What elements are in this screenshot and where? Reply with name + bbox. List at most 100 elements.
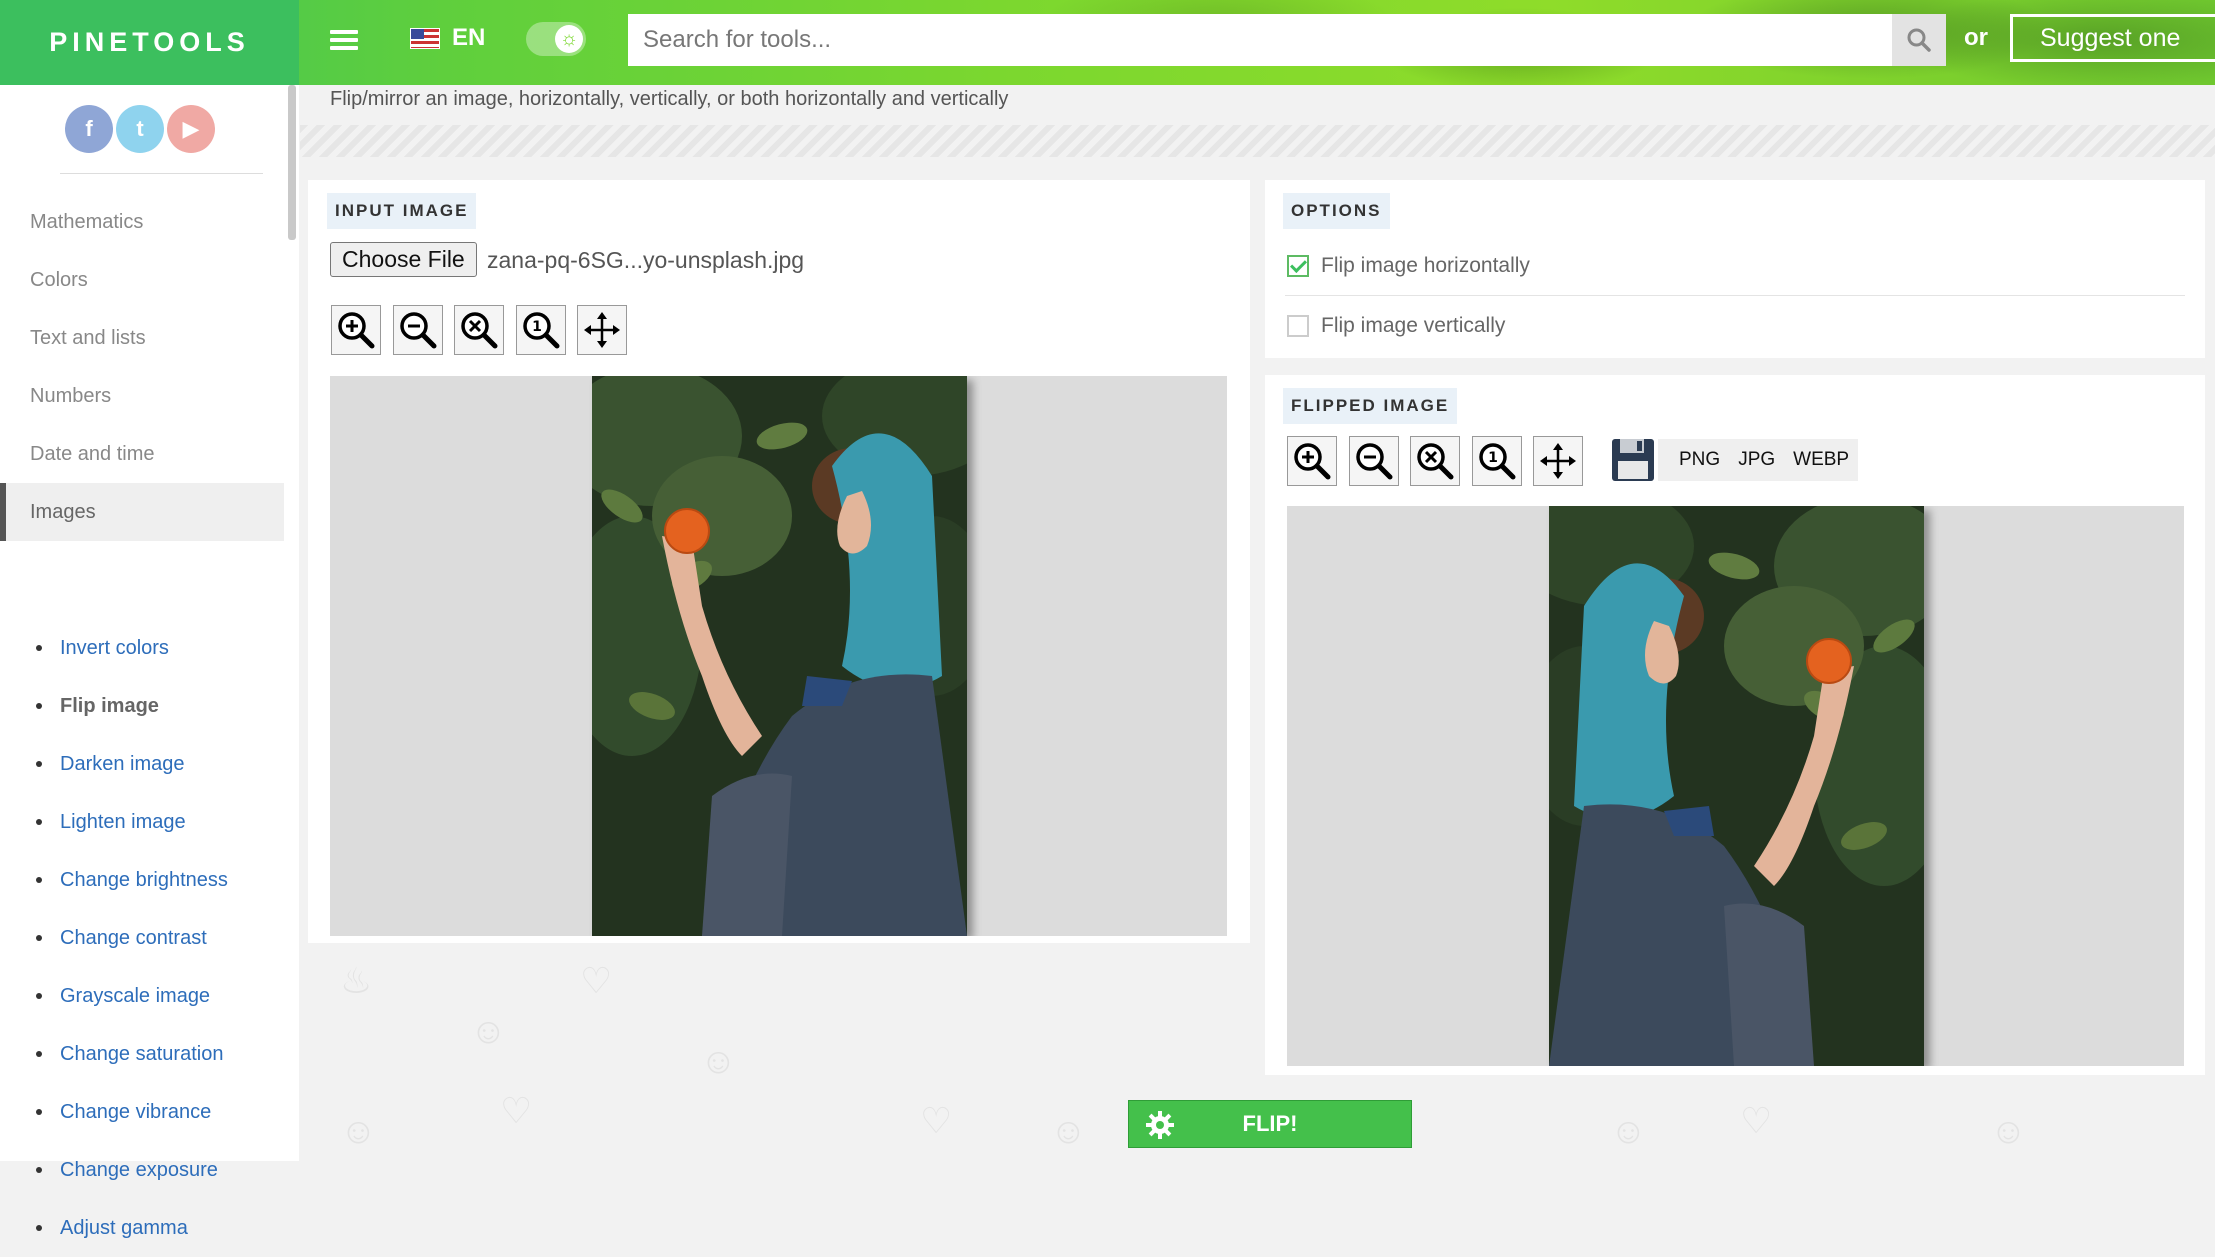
floppy-disk-icon: [1612, 439, 1654, 481]
tool-darken-image[interactable]: Darken image: [0, 735, 284, 793]
output-zoom-reset-button[interactable]: [1410, 436, 1460, 486]
doodle-icon: ☺: [1610, 1110, 1647, 1151]
tool-label: Change vibrance: [60, 1101, 212, 1123]
tool-label: Change brightness: [60, 869, 228, 891]
flip-horizontal-label: Flip image horizontally: [1321, 254, 1530, 277]
category-numbers[interactable]: Numbers: [0, 367, 284, 425]
input-zoom-out-button[interactable]: [393, 305, 443, 355]
tool-label: Adjust gamma: [60, 1217, 188, 1239]
flip-vertical-option[interactable]: Flip image vertically: [1287, 314, 1505, 338]
category-list: Mathematics Colors Text and lists Number…: [0, 193, 284, 541]
gear-icon: [1146, 1111, 1174, 1139]
flip-horizontal-option[interactable]: Flip image horizontally: [1287, 254, 1530, 278]
doodle-icon: ☺: [700, 1040, 737, 1081]
doodle-icon: ♡: [580, 960, 613, 1001]
file-name: zana-pq-6SG...yo-unsplash.jpg: [487, 247, 805, 273]
tool-change-brightness[interactable]: Change brightness: [0, 851, 284, 909]
flipped-image-viewer[interactable]: [1287, 506, 2184, 1066]
tool-label: Darken image: [60, 753, 185, 775]
output-zoom-in-button[interactable]: [1287, 436, 1337, 486]
photo-woman-orange: [592, 376, 967, 936]
choose-file-button[interactable]: Choose File: [330, 242, 477, 277]
tool-adjust-gamma[interactable]: Adjust gamma: [0, 1199, 284, 1257]
site-logo[interactable]: PINETOOLS: [49, 27, 250, 58]
doodle-icon: ☺: [1050, 1110, 1087, 1151]
suggest-button[interactable]: Suggest one: [2010, 14, 2215, 62]
category-mathematics[interactable]: Mathematics: [0, 193, 284, 251]
search-button[interactable]: [1892, 14, 1946, 66]
sun-icon: ☼: [555, 25, 583, 53]
tool-description: Flip/mirror an image, horizontally, vert…: [330, 88, 1009, 110]
language-selector[interactable]: EN: [410, 24, 485, 52]
sidebar: f t ▶ Mathematics Colors Text and lists …: [0, 85, 299, 1239]
tool-label: Change exposure: [60, 1159, 218, 1181]
output-move-button[interactable]: [1533, 436, 1583, 486]
or-text: or: [1964, 24, 1988, 51]
us-flag-icon: [410, 27, 440, 49]
save-button[interactable]: [1608, 435, 1658, 485]
svg-text:1: 1: [532, 319, 542, 335]
tool-change-saturation[interactable]: Change saturation: [0, 1025, 284, 1083]
move-icon: [1540, 443, 1576, 479]
category-images[interactable]: Images: [0, 483, 284, 541]
tool-label: Invert colors: [60, 637, 169, 659]
doodle-icon: ♡: [1740, 1100, 1773, 1141]
save-format-group: PNG JPG WEBP: [1608, 435, 1859, 485]
input-zoom-in-button[interactable]: [331, 305, 381, 355]
search-input[interactable]: [628, 14, 1892, 66]
hamburger-menu-icon[interactable]: [330, 26, 358, 56]
input-photo: [592, 376, 967, 936]
sidebar-divider: [60, 173, 263, 174]
doodle-icon: ♡: [500, 1090, 533, 1131]
input-zoom-actual-button[interactable]: 1: [516, 305, 566, 355]
facebook-icon[interactable]: f: [65, 105, 113, 153]
input-move-button[interactable]: [577, 305, 627, 355]
youtube-icon[interactable]: ▶: [167, 105, 215, 153]
doodle-icon: ☺: [340, 1110, 377, 1151]
move-icon: [584, 312, 620, 348]
tool-lighten-image[interactable]: Lighten image: [0, 793, 284, 851]
input-image-viewer[interactable]: [330, 376, 1227, 936]
doodle-icon: ☺: [470, 1010, 507, 1051]
zoom-out-icon: [1356, 443, 1393, 480]
input-zoom-reset-button[interactable]: [454, 305, 504, 355]
zoom-out-icon: [400, 312, 437, 349]
svg-text:1: 1: [1488, 450, 1498, 466]
language-code: EN: [452, 24, 486, 51]
tool-change-exposure[interactable]: Change exposure: [0, 1141, 284, 1199]
flip-button-label: FLIP!: [1242, 1111, 1298, 1136]
tool-change-vibrance[interactable]: Change vibrance: [0, 1083, 284, 1141]
flip-button[interactable]: FLIP!: [1128, 1100, 1412, 1148]
tool-label: Change saturation: [60, 1043, 224, 1065]
category-colors[interactable]: Colors: [0, 251, 284, 309]
tool-flip-image[interactable]: Flip image: [0, 677, 284, 735]
zoom-in-icon: [1294, 443, 1331, 480]
flip-horizontal-checkbox[interactable]: [1287, 255, 1309, 277]
zoom-in-icon: [338, 312, 375, 349]
theme-toggle[interactable]: ☼: [526, 22, 586, 56]
sidebar-scrollbar[interactable]: [288, 85, 296, 240]
format-webp-button[interactable]: WEBP: [1784, 449, 1858, 471]
zoom-reset-icon: [1417, 443, 1454, 480]
flip-vertical-checkbox[interactable]: [1287, 315, 1309, 337]
flipped-photo: [1549, 506, 1924, 1066]
tool-label: Change contrast: [60, 927, 207, 949]
output-zoom-actual-button[interactable]: 1: [1472, 436, 1522, 486]
input-image-title: INPUT IMAGE: [327, 193, 477, 229]
options-title: OPTIONS: [1283, 193, 1390, 229]
format-jpg-button[interactable]: JPG: [1729, 449, 1784, 471]
twitter-icon[interactable]: t: [116, 105, 164, 153]
photo-woman-orange-flipped: [1549, 506, 1924, 1066]
tool-change-contrast[interactable]: Change contrast: [0, 909, 284, 967]
category-text-and-lists[interactable]: Text and lists: [0, 309, 284, 367]
tool-grayscale-image[interactable]: Grayscale image: [0, 967, 284, 1025]
format-png-button[interactable]: PNG: [1670, 449, 1729, 471]
logo-area[interactable]: PINETOOLS: [0, 0, 299, 85]
options-divider: [1285, 295, 2185, 296]
zoom-actual-size-icon: 1: [523, 312, 560, 349]
category-date-and-time[interactable]: Date and time: [0, 425, 284, 483]
doodle-icon: ♡: [920, 1100, 953, 1141]
tool-invert-colors[interactable]: Invert colors: [0, 619, 284, 677]
output-zoom-out-button[interactable]: [1349, 436, 1399, 486]
social-links: f t ▶: [65, 105, 215, 153]
